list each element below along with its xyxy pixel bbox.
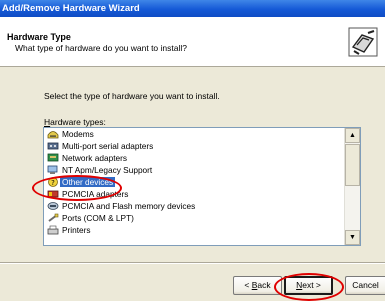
network-adapter-icon	[47, 153, 59, 162]
list-item-multiport-serial[interactable]: Multi-port serial adapters	[44, 140, 346, 152]
list-item-printers[interactable]: Printers	[44, 224, 346, 236]
window-title: Add/Remove Hardware Wizard	[2, 3, 140, 14]
cancel-button[interactable]: Cancel	[345, 276, 385, 295]
list-item-other-devices[interactable]: ? Other devices	[44, 176, 346, 188]
legacy-support-icon	[47, 165, 58, 174]
page-subtitle: What type of hardware do you want to ins…	[15, 43, 187, 53]
list-item-label: NT Apm/Legacy Support	[62, 165, 153, 175]
list-item-modems[interactable]: Modems	[44, 128, 346, 140]
back-prefix: <	[244, 280, 252, 290]
next-label: ext >	[302, 280, 321, 290]
wizard-header: Hardware Type What type of hardware do y…	[0, 17, 385, 67]
next-button[interactable]: Next >	[284, 276, 333, 295]
footer-divider	[0, 262, 385, 264]
list-item-label: Printers	[62, 225, 91, 235]
list-item-pcmcia-flash[interactable]: PCMCIA and Flash memory devices	[44, 200, 346, 212]
list-item-label: Multi-port serial adapters	[62, 141, 154, 151]
list-item-label: Modems	[62, 129, 94, 139]
flash-memory-icon	[47, 202, 59, 210]
window-title-bar[interactable]: Add/Remove Hardware Wizard	[0, 0, 385, 17]
printer-icon	[47, 225, 59, 235]
scroll-up-arrow-icon[interactable]: ▲	[345, 128, 360, 143]
listbox-scrollbar[interactable]: ▲ ▼	[344, 128, 360, 245]
back-button[interactable]: < Back	[233, 276, 282, 295]
unknown-device-icon: ?	[48, 177, 58, 187]
pcmcia-adapter-icon	[47, 190, 59, 198]
list-item-network-adapters[interactable]: Network adapters	[44, 152, 346, 164]
list-item-ports[interactable]: Ports (COM & LPT)	[44, 212, 346, 224]
hardware-types-label-text: ardware types:	[50, 117, 106, 127]
scroll-thumb[interactable]	[345, 144, 360, 186]
hardware-types-items: Modems Multi-port serial adapters Networ…	[44, 128, 346, 236]
hardware-types-label: Hardware types:	[44, 117, 106, 127]
instruction-text: Select the type of hardware you want to …	[44, 91, 220, 101]
hardware-wizard-icon	[348, 27, 378, 57]
hardware-types-listbox[interactable]: Modems Multi-port serial adapters Networ…	[43, 127, 361, 246]
list-item-label: PCMCIA adapters	[62, 189, 129, 199]
list-item-label: PCMCIA and Flash memory devices	[62, 201, 196, 211]
list-item-nt-apm-legacy[interactable]: NT Apm/Legacy Support	[44, 164, 346, 176]
scroll-down-arrow-icon[interactable]: ▼	[345, 230, 360, 245]
modem-icon	[47, 131, 59, 139]
list-item-pcmcia-adapters[interactable]: PCMCIA adapters	[44, 188, 346, 200]
back-label: ack	[257, 280, 271, 290]
list-item-label: Other devices	[58, 176, 117, 188]
ports-icon	[48, 213, 59, 222]
list-item-label: Network adapters	[62, 153, 128, 163]
serial-adapter-icon	[47, 142, 59, 150]
page-title: Hardware Type	[7, 32, 71, 42]
svg-text:?: ?	[51, 179, 55, 187]
list-item-label: Ports (COM & LPT)	[62, 213, 134, 223]
